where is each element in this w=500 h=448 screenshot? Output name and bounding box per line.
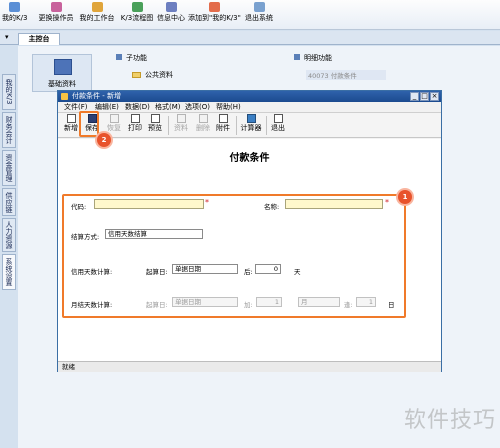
side-tab-system-settings[interactable]: 系统设置 bbox=[2, 254, 16, 290]
detail-header: 明细功能 bbox=[294, 52, 332, 64]
add-to-my-k3-button[interactable]: 添加到"我的K/3" bbox=[188, 2, 241, 28]
folder-icon bbox=[132, 72, 141, 78]
menu-options[interactable]: 选项(O) bbox=[185, 102, 210, 113]
subfunc-header: 子功能 bbox=[116, 52, 147, 64]
delete-icon bbox=[198, 114, 208, 123]
switch-operator-label: 更换操作员 bbox=[38, 14, 74, 22]
restore-button[interactable]: 恢复 bbox=[105, 114, 123, 134]
step-badge-2: 2 bbox=[97, 133, 111, 147]
data-label: 资料 bbox=[174, 124, 188, 132]
preview-button[interactable]: 预览 bbox=[146, 114, 164, 134]
side-tab-finance[interactable]: 财务会计 bbox=[2, 112, 16, 148]
dialog-toolbar: 新增 保存 恢复 打印 预览 资料 删除 附件 计算器 退出 bbox=[58, 113, 441, 138]
delete-button[interactable]: 删除 bbox=[194, 114, 212, 134]
basic-data-label: 基础资料 bbox=[48, 80, 76, 88]
new-icon bbox=[66, 114, 76, 123]
my-workbench-button[interactable]: 我的工作台 bbox=[79, 2, 115, 28]
basic-data-module[interactable]: 基础资料 bbox=[32, 54, 92, 92]
maximize-icon[interactable]: □ bbox=[420, 92, 429, 101]
data-icon bbox=[176, 114, 186, 123]
info-center-icon bbox=[165, 2, 177, 12]
calculator-icon bbox=[246, 114, 256, 123]
main-toolbar: 我的K/3 更换操作员 我的工作台 K/3流程图 信息中心 添加到"我的K/3"… bbox=[0, 0, 500, 30]
data-button[interactable]: 资料 bbox=[172, 114, 190, 134]
tab-bar: ▾ bbox=[0, 31, 500, 45]
side-tab-funds[interactable]: 资金管理 bbox=[2, 150, 16, 186]
exit-system-label: 退出系统 bbox=[245, 14, 273, 22]
k3-flowchart-label: K/3流程图 bbox=[120, 14, 154, 22]
info-center-label: 信息中心 bbox=[157, 14, 185, 22]
switch-operator-button[interactable]: 更换操作员 bbox=[38, 2, 74, 28]
form-highlight-box bbox=[62, 194, 406, 318]
calculator-button[interactable]: 计算器 bbox=[239, 114, 263, 134]
attachment-icon bbox=[218, 114, 228, 123]
exit-button[interactable]: 退出 bbox=[269, 114, 287, 134]
attachment-label: 附件 bbox=[216, 124, 230, 132]
print-button[interactable]: 打印 bbox=[126, 114, 144, 134]
tab-main-console[interactable]: 主控台 bbox=[18, 33, 60, 45]
switch-operator-icon bbox=[50, 2, 62, 12]
add-icon bbox=[208, 2, 220, 12]
toolbar-separator bbox=[168, 116, 169, 135]
dialog-title-bar: 付款条件 - 新增 bbox=[58, 91, 441, 102]
exit-label: 退出 bbox=[271, 124, 285, 132]
print-icon bbox=[130, 114, 140, 123]
calculator-label: 计算器 bbox=[240, 124, 262, 132]
add-to-my-k3-label: 添加到"我的K/3" bbox=[188, 14, 241, 22]
preview-label: 预览 bbox=[148, 124, 162, 132]
delete-label: 删除 bbox=[196, 124, 210, 132]
detail-item-payment-terms[interactable]: 40073 付款条件 bbox=[306, 70, 386, 80]
restore-icon bbox=[109, 114, 119, 123]
basic-data-icon bbox=[54, 59, 72, 75]
watermark: 软件技巧 bbox=[403, 408, 496, 433]
tab-dropdown-icon[interactable]: ▾ bbox=[5, 33, 9, 41]
preview-icon bbox=[150, 114, 160, 123]
attachment-button[interactable]: 附件 bbox=[214, 114, 232, 134]
detail-header-icon bbox=[294, 54, 300, 60]
my-k3-button[interactable]: 我的K/3 bbox=[2, 2, 28, 28]
close-icon[interactable]: × bbox=[430, 92, 439, 101]
menu-data[interactable]: 数据(D) bbox=[125, 102, 150, 113]
restore-label: 恢复 bbox=[107, 124, 121, 132]
menu-format[interactable]: 格式(M) bbox=[155, 102, 181, 113]
k3-flowchart-button[interactable]: K/3流程图 bbox=[119, 2, 155, 28]
form-title: 付款条件 bbox=[229, 153, 270, 164]
side-tab-hr[interactable]: 人力资源 bbox=[2, 218, 16, 252]
exit-icon bbox=[253, 2, 265, 12]
subfunc-header-label: 子功能 bbox=[126, 54, 147, 62]
my-workbench-label: 我的工作台 bbox=[79, 14, 115, 22]
exit-system-button[interactable]: 退出系统 bbox=[244, 2, 274, 28]
print-label: 打印 bbox=[128, 124, 142, 132]
subfunc-item-public-data[interactable]: 公共资料 bbox=[132, 70, 173, 80]
toolbar-separator bbox=[236, 116, 237, 135]
workbench-icon bbox=[91, 2, 103, 12]
subfunc-item-label: 公共资料 bbox=[145, 71, 173, 79]
my-k3-label: 我的K/3 bbox=[2, 14, 28, 22]
side-tab-supply-chain[interactable]: 供应链 bbox=[2, 188, 16, 216]
flowchart-icon bbox=[131, 2, 143, 12]
save-highlight-box bbox=[79, 111, 99, 137]
subfunc-header-icon bbox=[116, 54, 122, 60]
minimize-icon[interactable]: _ bbox=[410, 92, 419, 101]
dialog-title: 付款条件 - 新增 bbox=[72, 92, 121, 100]
side-tab-my-k3[interactable]: 我的K/3 bbox=[2, 74, 16, 110]
dialog-menu-bar: 文件(F) 编辑(E) 数据(D) 格式(M) 选项(O) 帮助(H) bbox=[58, 102, 441, 113]
new-button[interactable]: 新增 bbox=[62, 114, 80, 134]
toolbar-separator bbox=[266, 116, 267, 135]
exit-icon bbox=[273, 114, 283, 123]
menu-help[interactable]: 帮助(H) bbox=[216, 102, 241, 113]
my-k3-icon bbox=[8, 2, 20, 12]
info-center-button[interactable]: 信息中心 bbox=[155, 2, 187, 28]
dialog-app-icon bbox=[61, 93, 68, 100]
new-label: 新增 bbox=[64, 124, 78, 132]
step-badge-1: 1 bbox=[398, 190, 412, 204]
status-bar: 就绪 bbox=[58, 361, 441, 372]
detail-header-label: 明细功能 bbox=[304, 54, 332, 62]
